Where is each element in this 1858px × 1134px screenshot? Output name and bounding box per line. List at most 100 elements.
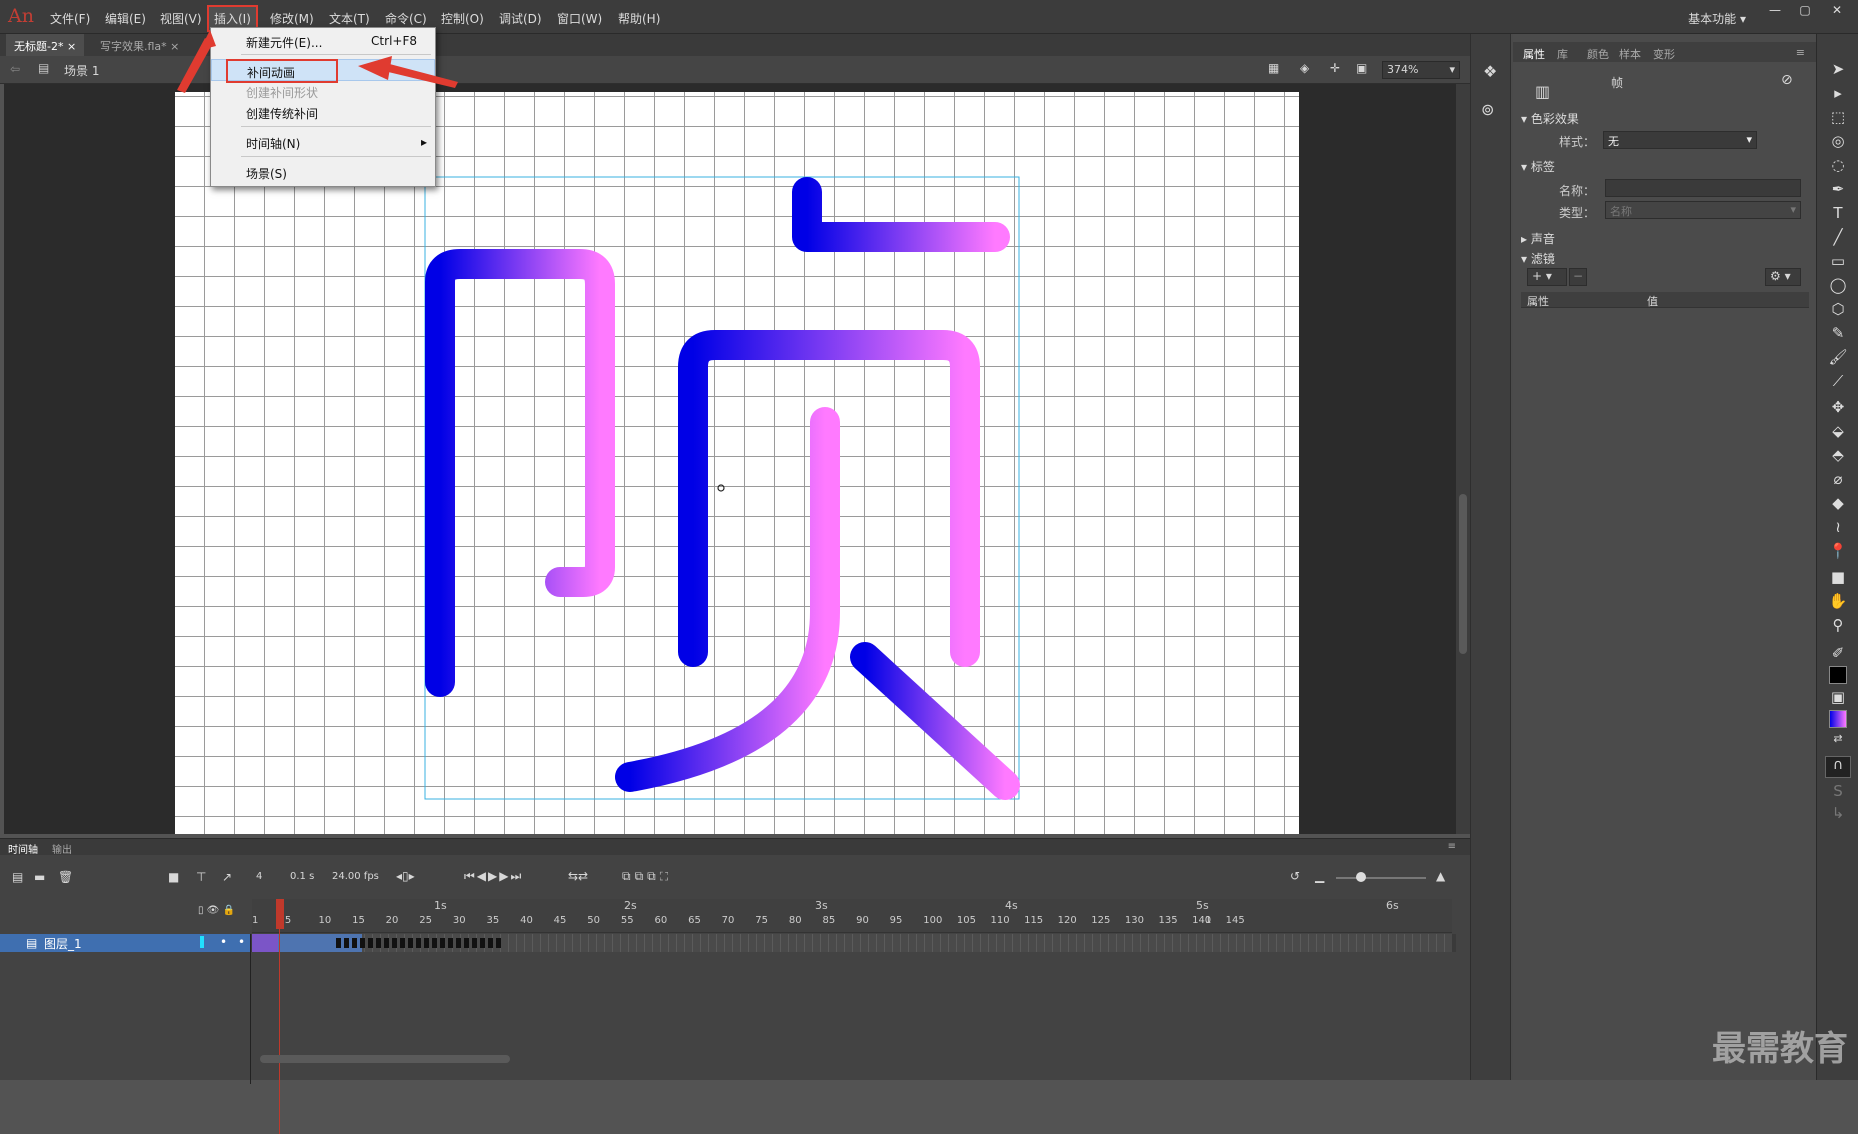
menu-item-classic-tween[interactable]: 创建传统补间 [211,101,435,123]
menu-help[interactable]: 帮助(H) [618,10,660,27]
straighten-icon[interactable]: ↳ [1826,804,1850,826]
keyframe-dots[interactable] [336,938,502,948]
oval-tool-icon[interactable]: ◯ [1826,276,1850,298]
workspace-switcher[interactable]: 基本功能 ▾ [1688,10,1746,27]
zoom-tool-icon[interactable]: ⚲ [1826,616,1850,638]
onion-skin-icons[interactable]: ⧉⧉⧉⛶ [622,869,672,884]
playhead[interactable] [276,899,284,929]
section-label[interactable]: ▾ 标签 [1521,158,1555,175]
fill-color-swatch[interactable] [1829,710,1847,728]
layer-name[interactable]: 图层_1 [44,935,82,952]
keyframe-span-purple[interactable] [252,934,278,952]
layer-row[interactable]: ▤ 图层_1 • • [0,934,1456,952]
tab-output[interactable]: 输出 [52,841,72,856]
swap-colors-icon[interactable]: ⇄ [1826,732,1850,754]
fill-color-icon[interactable]: ▣ [1826,688,1850,710]
pen-icon[interactable]: ✒ [1826,180,1850,202]
brush-icon[interactable]: ⟋ [1826,372,1850,394]
timeline-hscrollbar[interactable] [260,1055,510,1063]
text-tool-icon[interactable]: T [1826,204,1850,226]
cc-libraries-icon[interactable]: ⊚ [1481,100,1494,119]
new-layer-icon[interactable]: ▤ [12,870,23,884]
edit-symbol-icon[interactable]: ◈ [1300,61,1309,75]
stage-canvas[interactable] [175,92,1299,834]
help-icon[interactable]: ⊘ [1781,72,1793,88]
transform-point[interactable] [718,485,724,491]
zoom-in-frames-icon[interactable]: ▲ [1436,869,1445,883]
menu-window[interactable]: 窗口(W) [557,10,602,27]
paint-brush-icon[interactable]: 🖌 [1826,348,1850,370]
add-filter-button[interactable]: + ▾ [1527,268,1567,286]
lock-dot[interactable]: • [238,935,245,949]
menu-item-scene[interactable]: 场景(S) [211,161,435,183]
tab-transform[interactable]: 变形 [1653,46,1675,62]
stroke-color-icon[interactable]: ✐ [1826,644,1850,666]
subselection-tool-icon[interactable]: ▸ [1826,84,1850,106]
frame-rate[interactable]: 24.00 fps [332,871,379,882]
panel-options-icon[interactable]: ≡ [1796,46,1805,59]
motion-presets-icon[interactable]: ❖ [1483,62,1497,81]
snap-magnet-icon[interactable]: ∩ [1825,756,1851,778]
close-icon[interactable]: ✕ [1824,3,1850,21]
line-tool-icon[interactable]: ╱ [1826,228,1850,250]
polystar-tool-icon[interactable]: ⬡ [1826,300,1850,322]
stage-vertical-scrollbar[interactable] [1456,84,1470,834]
section-sound[interactable]: ▸ 声音 [1521,230,1555,247]
ink-bottle-icon[interactable]: ⬘ [1826,446,1850,468]
delete-layer-icon[interactable]: 🗑 [58,870,73,884]
tab-library[interactable]: 库 [1557,46,1568,62]
bone-tool-icon[interactable]: ✥ [1826,398,1850,420]
remove-filter-button[interactable]: − [1569,268,1587,286]
clip-icon[interactable]: ▣ [1356,61,1367,75]
camera-tool-icon[interactable]: ■ [1826,568,1850,590]
zoom-out-frames-icon[interactable]: ▁ [1315,869,1324,883]
section-color-effect[interactable]: ▾ 色彩效果 [1521,110,1579,127]
center-stage-icon[interactable]: ✛ [1330,61,1340,75]
tab-swatches[interactable]: 样本 [1619,46,1641,62]
eyedropper-icon[interactable]: ⌀ [1826,470,1850,492]
frame-cells[interactable] [252,934,1452,952]
new-folder-icon[interactable]: ▬ [34,870,45,884]
undo-icon[interactable]: ↺ [1290,869,1300,883]
minimize-icon[interactable]: — [1762,3,1788,21]
3d-rotation-icon[interactable]: ◎ [1826,132,1850,154]
smooth-icon[interactable]: S [1826,782,1850,804]
stroke-color-swatch[interactable] [1829,666,1847,684]
camera-icon[interactable]: ■ [168,870,179,884]
name-label: 名称： [1559,182,1595,199]
rectangle-tool-icon[interactable]: ▭ [1826,252,1850,274]
tab-color[interactable]: 颜色 [1587,46,1609,62]
timeline-ruler[interactable]: 1s 2s 3s 4s 5s 6s 1510152025303540455055… [252,899,1452,933]
tab-timeline[interactable]: 时间轴 [8,841,38,856]
paint-bucket-icon[interactable]: ⬙ [1826,422,1850,444]
loop-icon[interactable]: ⇆⇄ [568,869,588,883]
section-filter[interactable]: ▾ 滤镜 [1521,250,1555,267]
slider-thumb[interactable] [1356,872,1366,882]
graph-icon[interactable]: ↗ [222,870,232,884]
selection-tool-icon[interactable]: ➤ [1826,60,1850,82]
layer-parent-icon[interactable]: ⊤ [196,870,206,884]
frame-zoom-slider[interactable] [1336,877,1426,879]
maximize-icon[interactable]: ▢ [1792,3,1818,21]
menu-debug[interactable]: 调试(D) [499,10,542,27]
filter-options-gear-icon[interactable]: ⚙ ▾ [1765,268,1801,286]
layer-name-cell[interactable]: ▤ 图层_1 • • [0,934,250,952]
hand-tool-icon[interactable]: ✋ [1826,592,1850,614]
pin-icon[interactable]: 📍 [1826,542,1850,564]
eraser-icon[interactable]: ◆ [1826,494,1850,516]
tab-properties[interactable]: 属性 [1523,46,1545,62]
center-frame-icon[interactable]: ◂▯▸ [396,869,415,883]
pencil-icon[interactable]: ✎ [1826,324,1850,346]
layer-header-icons[interactable]: ▯ 👁 🔒 [198,905,235,916]
style-select[interactable]: 无▾ [1603,131,1757,149]
width-tool-icon[interactable]: ≀ [1826,518,1850,540]
panel-menu-icon[interactable]: ≡ [1448,841,1456,852]
free-transform-icon[interactable]: ⬚ [1826,108,1850,130]
lasso-icon[interactable]: ◌ [1826,156,1850,178]
edit-scene-icon[interactable]: ▦ [1268,61,1279,75]
visibility-dot[interactable]: • [220,935,227,949]
playback-controls[interactable]: ⏮◀▶▶⏭ [464,869,523,884]
zoom-select[interactable]: 374%▾ [1382,61,1460,79]
menu-item-timeline[interactable]: 时间轴(N)▸ [211,131,435,153]
name-input[interactable] [1605,179,1801,197]
